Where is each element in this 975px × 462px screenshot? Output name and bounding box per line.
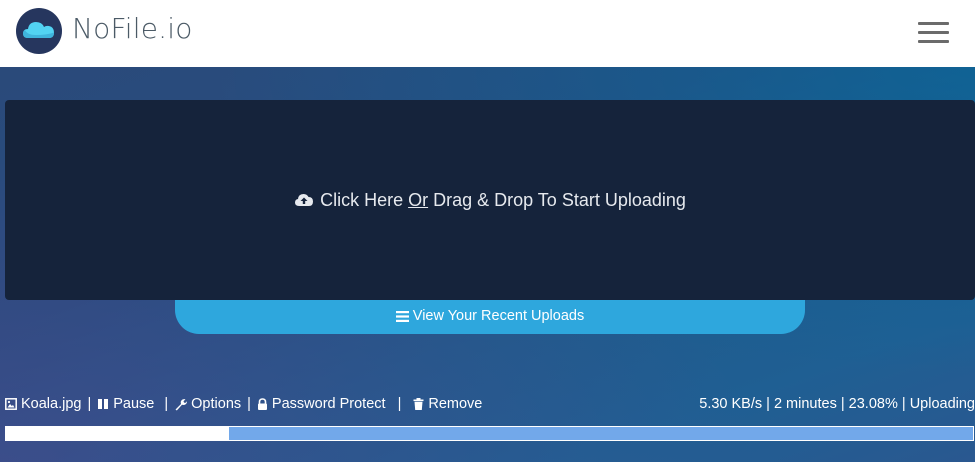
dropzone-text-or: Or xyxy=(408,189,429,210)
pause-icon xyxy=(97,398,109,410)
separator: | xyxy=(164,396,169,412)
options-label: Options xyxy=(191,396,242,412)
menu-line xyxy=(918,40,949,43)
upload-eta: 2 minutes xyxy=(773,396,837,412)
brand-name[interactable]: NoFile.io xyxy=(72,12,193,45)
dropzone-text-start: Click Here xyxy=(320,189,409,210)
upload-speed: 5.30 KB/s xyxy=(699,396,763,412)
separator: | xyxy=(247,396,251,412)
lock-icon xyxy=(257,398,268,410)
trash-icon xyxy=(413,398,424,410)
separator: | xyxy=(901,396,910,412)
upload-progress-bar xyxy=(5,426,974,441)
file-name: Koala.jpg xyxy=(5,396,81,412)
upload-status-text: Uploading xyxy=(909,396,975,412)
image-file-icon xyxy=(5,398,17,410)
upload-file-bar: Koala.jpg | Pause | Options | Password P… xyxy=(5,396,975,414)
separator: | xyxy=(397,396,402,412)
upload-status: 5.30 KB/s | 2 minutes | 23.08% | Uploadi… xyxy=(699,396,975,412)
separator: | xyxy=(87,396,92,412)
separator: | xyxy=(766,396,774,412)
upload-percent: 23.08% xyxy=(848,396,898,412)
password-protect-label: Password Protect xyxy=(271,396,386,412)
cloud-upload-icon xyxy=(294,192,314,208)
password-protect-button[interactable]: Password Protect xyxy=(257,396,386,412)
cloud-logo-icon[interactable] xyxy=(14,7,64,55)
options-button[interactable]: Options xyxy=(174,396,241,412)
pause-button[interactable]: Pause xyxy=(97,396,154,412)
recent-uploads-label: View Your Recent Uploads xyxy=(412,308,585,324)
remove-button[interactable]: Remove xyxy=(413,396,482,412)
menu-line xyxy=(918,31,949,34)
hamburger-menu-icon[interactable] xyxy=(918,22,952,44)
dropzone-label: Click Here Or Drag & Drop To Start Uploa… xyxy=(294,190,686,211)
wrench-icon xyxy=(174,398,188,411)
remove-label: Remove xyxy=(428,396,483,412)
upload-dropzone[interactable]: Click Here Or Drag & Drop To Start Uploa… xyxy=(5,100,975,300)
upload-progress-fill xyxy=(6,427,230,440)
dropzone-text-end: Drag & Drop To Start Uploading xyxy=(428,189,686,210)
view-recent-uploads-button[interactable]: View Your Recent Uploads xyxy=(175,298,805,334)
pause-label: Pause xyxy=(113,396,155,412)
separator: | xyxy=(840,396,849,412)
top-header: NoFile.io xyxy=(0,0,975,67)
file-name-label: Koala.jpg xyxy=(21,396,82,412)
menu-line xyxy=(918,22,949,25)
list-icon xyxy=(395,310,409,322)
